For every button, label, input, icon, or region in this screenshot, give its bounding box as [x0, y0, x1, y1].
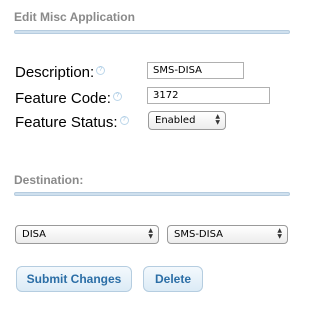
help-icon[interactable]: ? [96, 66, 106, 75]
destination-title: Destination: [14, 173, 84, 187]
description-input[interactable]: SMS-DISA [147, 62, 244, 79]
up-down-arrows-icon: ▲ ▼ [277, 227, 282, 240]
description-label: Description:? [15, 64, 106, 81]
feature-status-label: Feature Status:? [15, 114, 129, 131]
feature-status-label-text: Feature Status: [15, 114, 118, 131]
destination-target-value: SMS-DISA [174, 229, 223, 240]
feature-code-label-text: Feature Code: [15, 90, 111, 107]
title-divider [14, 30, 290, 34]
feature-code-input[interactable]: 3172 [147, 87, 270, 104]
submit-changes-button[interactable]: Submit Changes [16, 266, 132, 292]
help-icon[interactable]: ? [119, 116, 129, 125]
help-icon[interactable]: ? [112, 92, 122, 101]
destination-target-select[interactable]: SMS-DISA ▲ ▼ [167, 225, 288, 244]
destination-type-select[interactable]: DISA ▲ ▼ [15, 225, 159, 244]
description-label-text: Description: [15, 64, 95, 81]
feature-code-label: Feature Code:? [15, 90, 122, 107]
feature-status-value: Enabled [155, 115, 196, 126]
up-down-arrows-icon: ▲ ▼ [215, 113, 220, 126]
feature-status-select[interactable]: Enabled ▲ ▼ [148, 111, 226, 130]
delete-button[interactable]: Delete [143, 266, 203, 292]
destination-type-value: DISA [22, 229, 47, 240]
destination-divider [14, 192, 290, 196]
page-title: Edit Misc Application [14, 10, 135, 24]
up-down-arrows-icon: ▲ ▼ [148, 227, 153, 240]
